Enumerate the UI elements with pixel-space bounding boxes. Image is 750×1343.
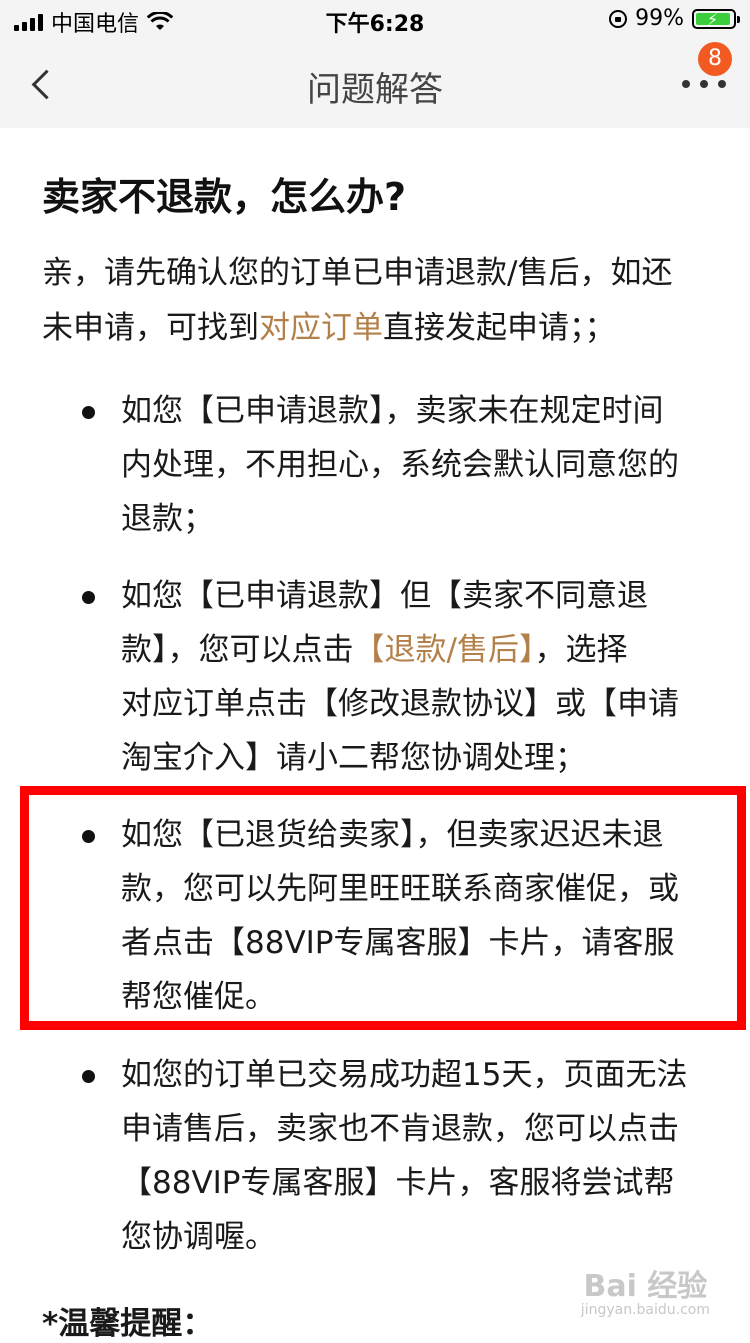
watermark-logo: Bai 经验 jingyan.baidu.com	[580, 1269, 710, 1319]
nav-bar: 问题解答 8	[0, 40, 750, 128]
bullet-icon	[82, 1070, 95, 1083]
text-line: 退款；	[121, 501, 214, 537]
notification-badge: 8	[698, 42, 732, 76]
list-item-text: 如您的订单已交易成功超15天，页面无法 申请售后，卖家也不肯退款，您可以点击 【…	[121, 1048, 721, 1264]
article-heading: 卖家不退款，怎么办?	[42, 175, 407, 219]
text-segment: 款】，您可以点击	[121, 632, 354, 668]
intro-line: 亲，请先确认您的订单已申请退款/售后，如还	[42, 255, 673, 291]
text-line: 淘宝介入】请小二帮您协调处理；	[121, 740, 586, 776]
status-right: 99% ⚡	[609, 6, 740, 31]
bullet-icon	[82, 406, 95, 419]
text-segment: ，选择	[534, 632, 628, 668]
intro-text: 未申请，可找到	[42, 310, 259, 346]
text-line: 款】，您可以点击【退款/售后】，选择	[121, 623, 721, 677]
highlight-annotation-box	[20, 786, 746, 1030]
text-line: 您协调喔。	[121, 1219, 276, 1255]
text-line: 如您【已申请退款】，卖家未在规定时间	[121, 393, 664, 429]
intro-text: 直接发起申请；；	[383, 310, 616, 346]
text-line: 对应订单点击【修改退款协议】或【申请	[121, 686, 679, 722]
page-title: 问题解答	[307, 70, 443, 110]
intro-line: 未申请，可找到对应订单直接发起申请；；	[42, 301, 702, 356]
text-line: 如您【已申请退款】但【卖家不同意退	[121, 578, 648, 614]
text-line: 如您的订单已交易成功超15天，页面无法	[121, 1057, 688, 1093]
text-line: 申请售后，卖家也不肯退款，您可以点击	[121, 1111, 679, 1147]
watermark-brand: Bai 经验	[583, 1269, 708, 1304]
battery-icon: ⚡	[692, 8, 740, 29]
bullet-icon	[82, 591, 95, 604]
status-bar: 中国电信 下午6:28 99% ⚡	[0, 0, 750, 40]
order-link[interactable]: 对应订单	[259, 310, 383, 346]
battery-percent: 99%	[635, 6, 684, 31]
text-line: 内处理，不用担心，系统会默认同意您的	[121, 447, 679, 483]
refund-aftersale-link[interactable]: 【退款/售后】	[354, 632, 535, 668]
text-line: 【88VIP专属客服】卡片，客服将尝试帮	[121, 1165, 675, 1201]
intro-paragraph: 亲，请先确认您的订单已申请退款/售后，如还 未申请，可找到对应订单直接发起申请；…	[42, 246, 702, 356]
reminder-heading: *温馨提醒：	[42, 1306, 214, 1342]
list-item-text: 如您【已申请退款】，卖家未在规定时间 内处理，不用担心，系统会默认同意您的 退款…	[121, 384, 721, 546]
orientation-lock-icon	[609, 9, 628, 28]
list-item-text: 如您【已申请退款】但【卖家不同意退 款】，您可以点击【退款/售后】，选择 对应订…	[121, 569, 721, 785]
watermark-url: jingyan.baidu.com	[580, 1302, 710, 1318]
